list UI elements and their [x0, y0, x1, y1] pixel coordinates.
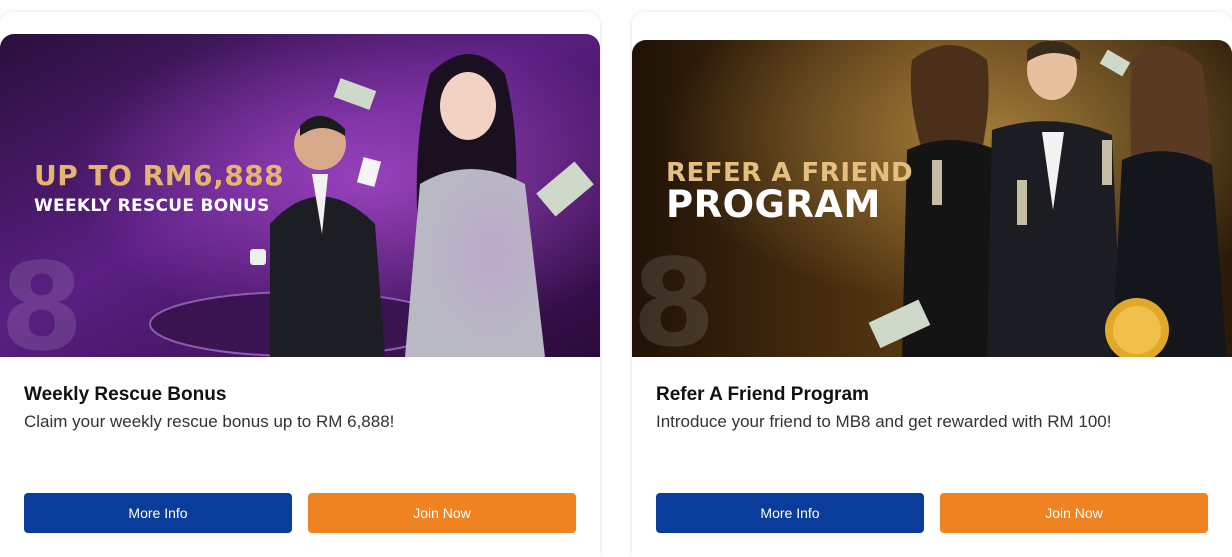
promo-card-refer-friend: 8 REFER A FRIEND PROGRAM Refer A Friend …	[632, 12, 1232, 557]
svg-text:8: 8	[632, 235, 716, 357]
promo-banner-image[interactable]: 8 UP TO RM6,888 WEEKLY RESCUE BONUS	[0, 34, 600, 357]
more-info-button[interactable]: More Info	[24, 493, 292, 533]
banner-headline-amount: UP TO RM6,888	[34, 159, 285, 192]
card-title: Weekly Rescue Bonus	[24, 384, 227, 405]
card-description: Introduce your friend to MB8 and get rew…	[656, 412, 1112, 431]
card-title: Refer A Friend Program	[656, 384, 869, 405]
promo-card-weekly-rescue: 8 UP TO RM6,888 WEEKLY RESCUE BONUS Week…	[0, 12, 600, 557]
svg-text:8: 8	[0, 239, 84, 357]
banner-headline-bottom: PROGRAM	[666, 183, 881, 226]
join-now-button[interactable]: Join Now	[308, 493, 576, 533]
banner-headline-subtitle: WEEKLY RESCUE BONUS	[34, 196, 270, 216]
more-info-button[interactable]: More Info	[656, 493, 924, 533]
join-now-button[interactable]: Join Now	[940, 493, 1208, 533]
promo-banner-image[interactable]: 8 REFER A FRIEND PROGRAM	[632, 40, 1232, 363]
card-description: Claim your weekly rescue bonus up to RM …	[24, 412, 395, 431]
